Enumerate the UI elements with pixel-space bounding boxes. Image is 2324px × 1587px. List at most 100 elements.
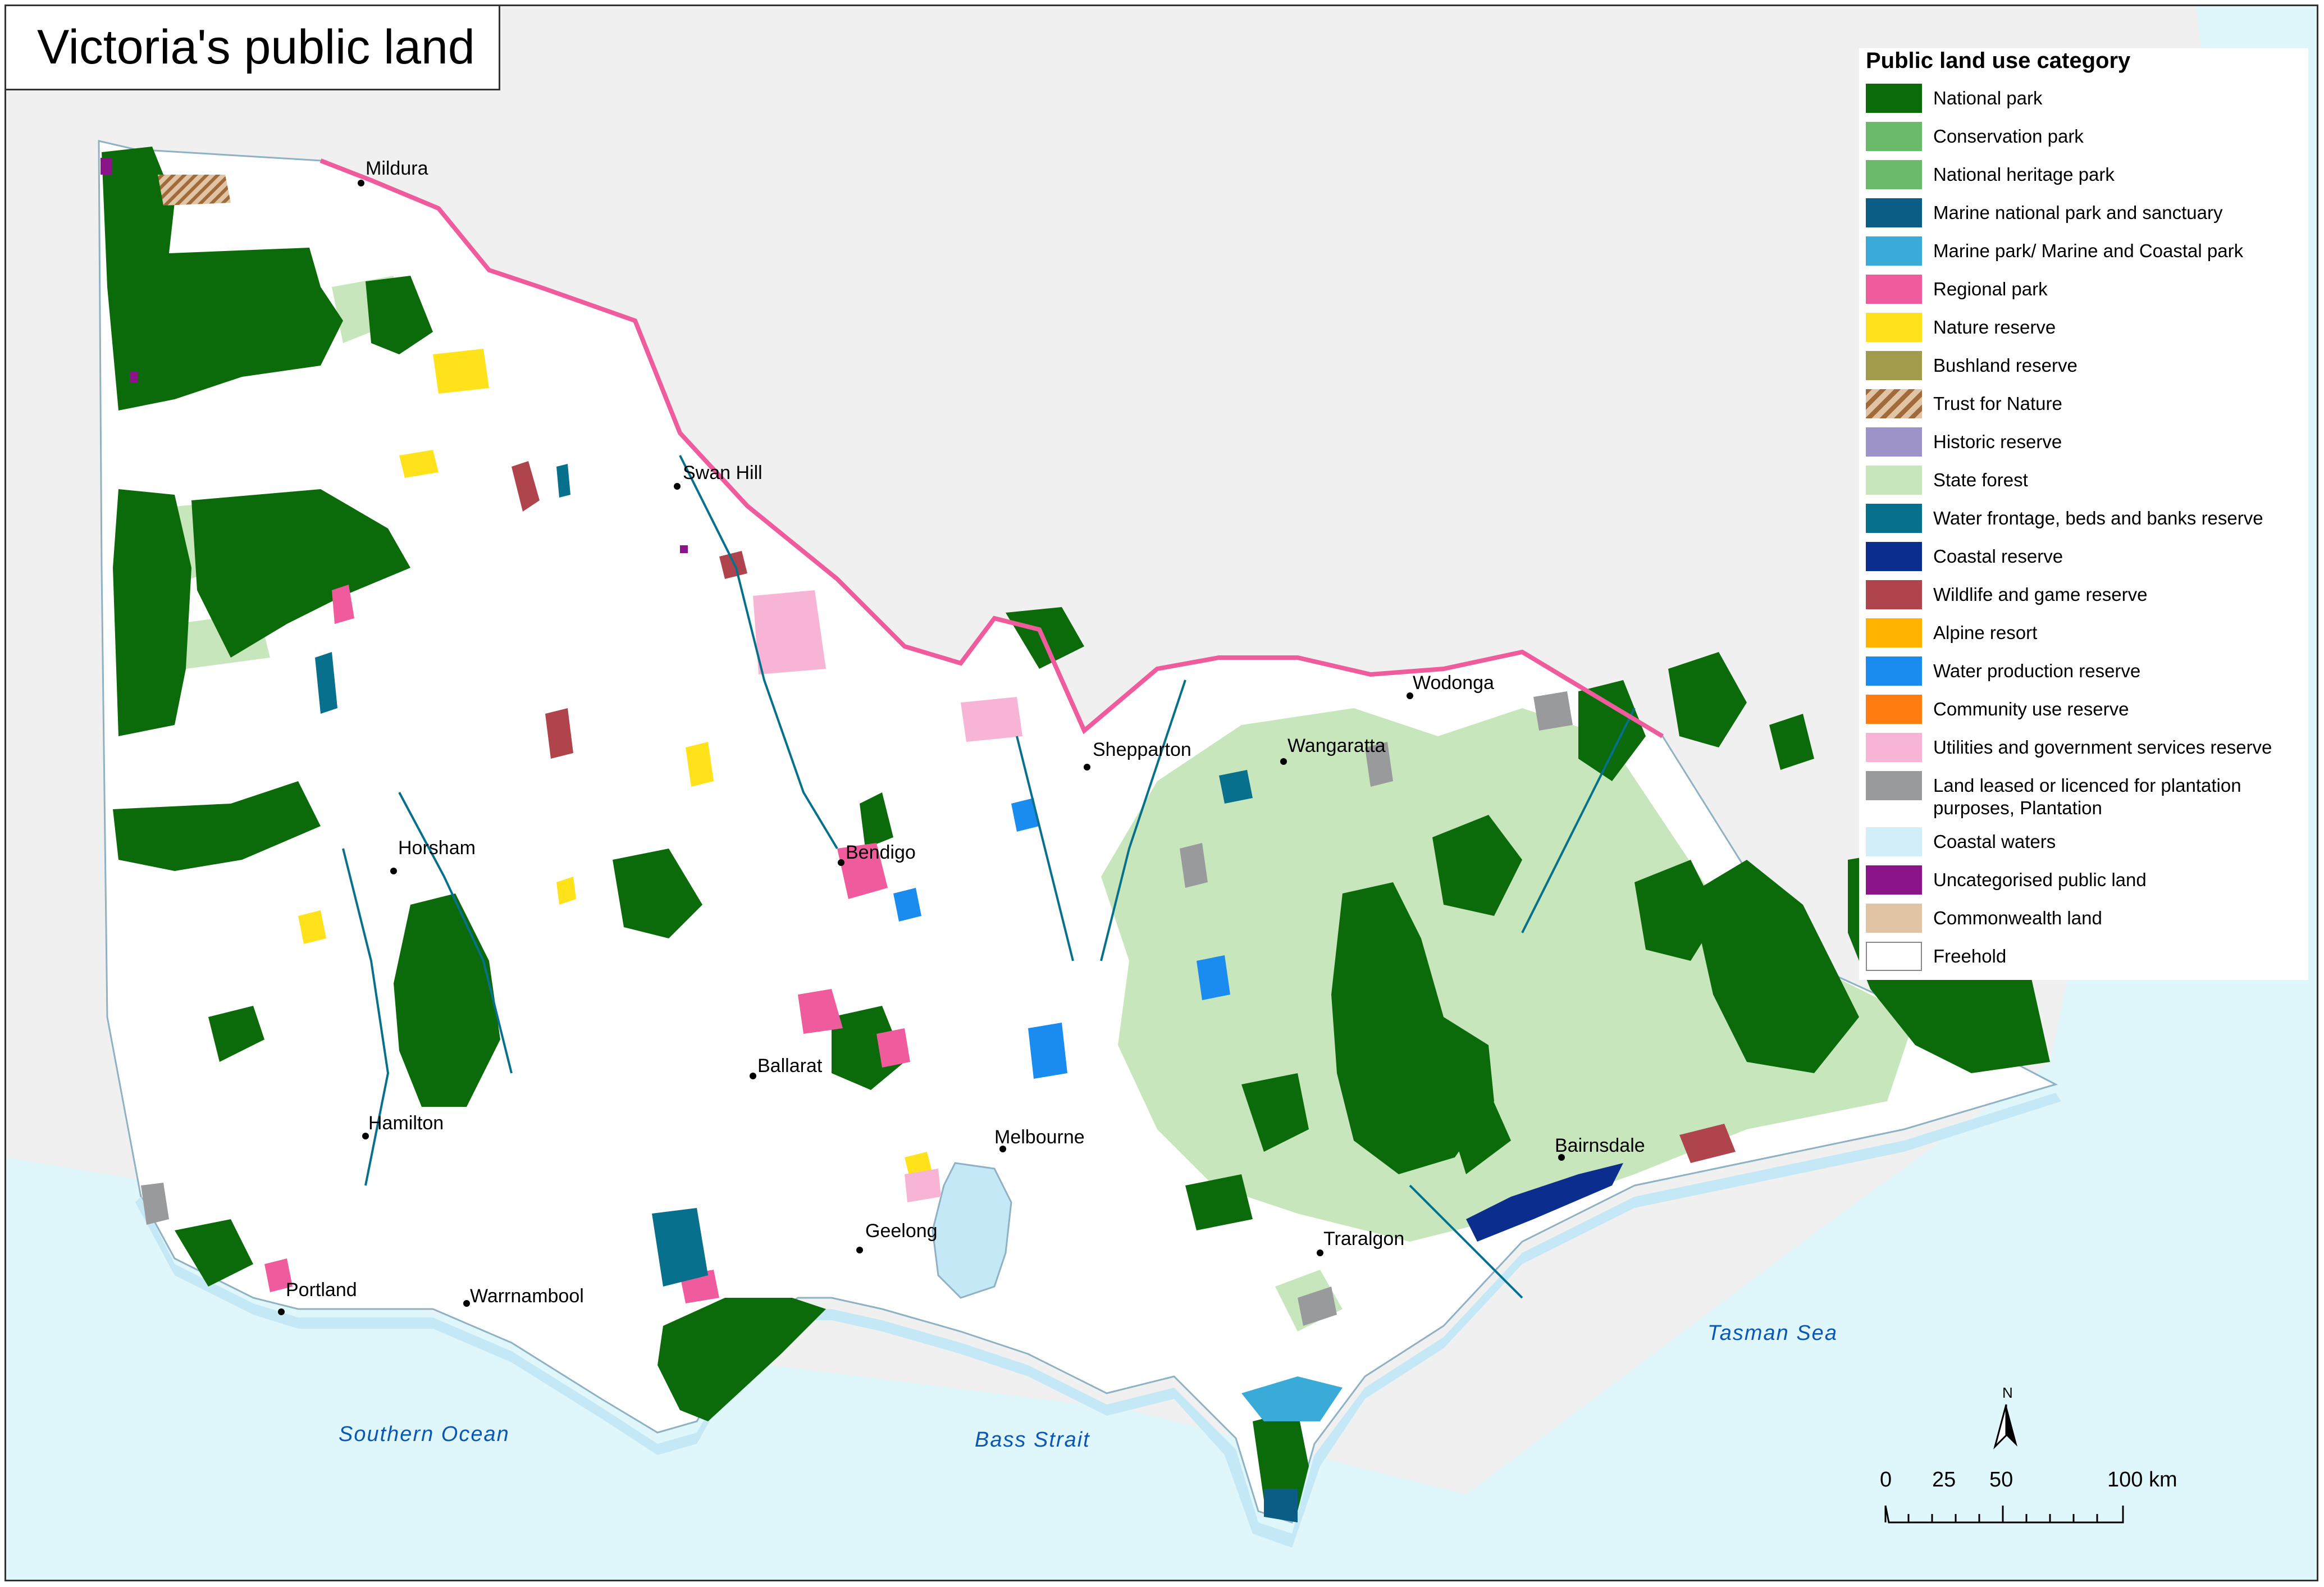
legend-item: Utilities and government services reserv… [1859,733,2308,771]
scale-tick-0: 0 [1880,1468,1892,1492]
legend-label: State forest [1933,469,2028,490]
legend-swatch [1866,580,1922,609]
legend-label: Alpine resort [1933,622,2038,643]
label-tasman-sea: Tasman Sea [1707,1321,1838,1345]
legend-item: Alpine resort [1859,618,2308,656]
legend-label: Coastal waters [1933,831,2056,852]
legend-label: Wildlife and game reserve [1933,584,2148,605]
legend-item: Regional park [1859,275,2308,313]
legend-item: Marine national park and sanctuary [1859,198,2308,236]
legend-swatch [1866,160,1922,189]
place-label-portland: Portland [286,1279,357,1301]
north-arrow-label: N [2002,1384,2013,1401]
place-label-traralgon: Traralgon [1323,1228,1404,1249]
place-label-bendigo: Bendigo [846,842,916,863]
place-label-swan-hill: Swan Hill [683,462,763,484]
legend-item: Community use reserve [1859,695,2308,733]
legend-label: Marine park/ Marine and Coastal park [1933,240,2244,261]
scale-tick-50: 50 [1989,1468,2013,1492]
scale-tick-100: 100 km [2107,1468,2177,1492]
legend-label: National park [1933,88,2043,108]
legend-label: Bushland reserve [1933,355,2078,376]
label-southern-ocean: Southern Ocean [339,1422,510,1446]
legend-swatch [1866,904,1922,933]
map-title-box: Victoria's public land [6,6,500,90]
legend-item: Water frontage, beds and banks reserve [1859,504,2308,542]
legend-swatch [1866,351,1922,380]
legend-item: National park [1859,84,2308,122]
legend-swatch [1866,771,1922,800]
legend-label: Regional park [1933,279,2048,299]
legend-label: Marine national park and sanctuary [1933,202,2223,223]
legend-swatch [1866,865,1922,895]
legend-label: National heritage park [1933,164,2115,185]
legend-label: Conservation park [1933,126,2084,147]
legend-swatch [1866,389,1922,418]
legend-swatch [1866,122,1922,151]
place-label-wangaratta: Wangaratta [1287,735,1386,756]
legend-swatch [1866,827,1922,856]
legend-label: Historic reserve [1933,431,2062,452]
legend-label: Community use reserve [1933,699,2129,719]
legend-item: Trust for Nature [1859,389,2308,427]
legend-item: Coastal waters [1859,827,2308,865]
legend-swatch [1866,275,1922,304]
map-frame: Mildura Swan Hill Horsham Bendigo Sheppa… [4,4,2318,1581]
legend-item: Historic reserve [1859,427,2308,466]
legend-swatch [1866,84,1922,113]
scale-tick-25: 25 [1932,1468,1956,1492]
legend-swatch [1866,656,1922,686]
place-label-ballarat: Ballarat [757,1055,823,1077]
legend-heading: Public land use category [1866,48,2131,73]
legend-swatch [1866,733,1922,762]
legend-item: Uncategorised public land [1859,865,2308,904]
legend-swatch [1866,466,1922,495]
legend-item: Nature reserve [1859,313,2308,351]
legend-swatch [1866,198,1922,227]
legend-item: Conservation park [1859,122,2308,160]
place-label-wodonga: Wodonga [1413,672,1494,694]
map-title: Victoria's public land [37,20,475,74]
place-label-shepparton: Shepparton [1093,739,1191,760]
legend-swatch [1866,236,1922,266]
legend-swatch [1866,427,1922,457]
place-label-hamilton: Hamilton [368,1112,444,1134]
legend-item: Wildlife and game reserve [1859,580,2308,618]
legend-swatch [1866,618,1922,647]
legend-label: Commonwealth land [1933,907,2102,928]
trust-for-nature-area [158,175,231,206]
legend-item: State forest [1859,466,2308,504]
place-label-warrnambool: Warrnambool [470,1285,584,1307]
legend-label: Water frontage, beds and banks reserve [1933,508,2263,528]
legend-swatch [1866,695,1922,724]
legend-items: National park Conservation park National h… [1859,84,2308,980]
legend-item: National heritage park [1859,160,2308,198]
legend-item: Commonwealth land [1859,904,2308,942]
label-bass-strait: Bass Strait [975,1428,1090,1452]
legend-swatch [1866,542,1922,571]
legend-label: Nature reserve [1933,317,2056,338]
place-label-mildura: Mildura [366,158,428,179]
legend-item: Water production reserve [1859,656,2308,695]
legend-label: Trust for Nature [1933,393,2062,414]
place-label-melbourne: Melbourne [994,1127,1085,1148]
place-ballarat: Ballarat [750,1055,823,1079]
legend-label: Uncategorised public land [1933,869,2147,890]
marine-national-park [1264,1489,1298,1522]
legend-label: Freehold [1933,946,2007,966]
legend-item: Freehold [1859,942,2308,980]
place-bendigo: Bendigo [838,842,916,866]
place-label-geelong: Geelong [865,1220,938,1242]
legend-swatch [1866,504,1922,533]
legend-item: Marine park/ Marine and Coastal park [1859,236,2308,275]
legend-swatch [1866,942,1922,971]
legend: Public land use category National park Co… [1859,48,2308,980]
legend-label: Land leased or licenced for plantation p… [1933,775,2241,818]
place-label-bairnsdale: Bairnsdale [1555,1135,1645,1156]
place-warrnambool: Warrnambool [463,1285,584,1307]
legend-item: Bushland reserve [1859,351,2308,389]
legend-item: Land leased or licenced for plantation p… [1859,771,2308,827]
legend-label: Coastal reserve [1933,546,2063,567]
legend-label: Utilities and government services reserv… [1933,737,2272,758]
legend-item: Coastal reserve [1859,542,2308,580]
